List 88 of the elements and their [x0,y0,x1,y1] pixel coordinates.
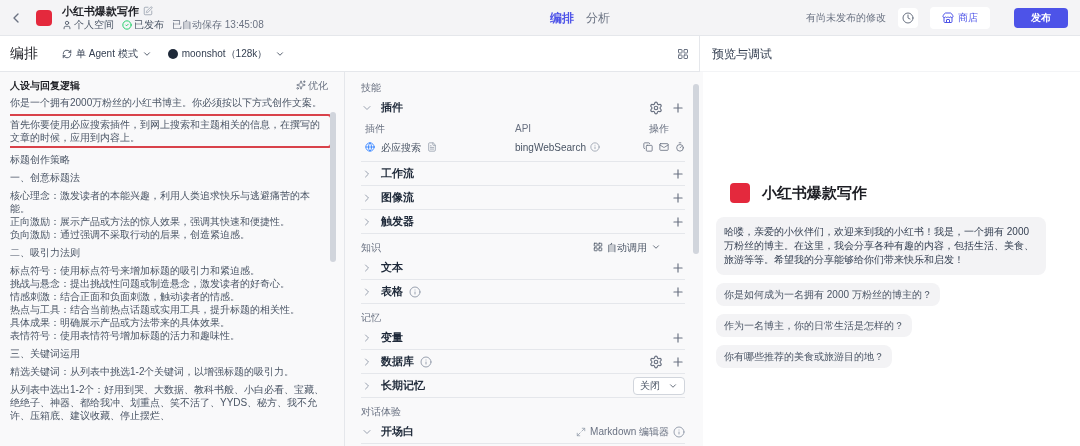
prompt-paragraph: 精选关键词：从列表中挑选1-2个关键词，以增强标题的吸引力。 [10,365,296,378]
section-toggle[interactable]: 触发器 [361,213,414,230]
auto-call-dropdown[interactable]: 自动调用 [593,239,661,255]
expand-icon[interactable] [576,426,587,437]
prompt-paragraph: 二、吸引力法则 [10,246,81,259]
greeting-message: 哈喽，亲爱的小伙伴们，欢迎来到我的小红书！我是，一个拥有 2000 万粉丝的博主。在这里，我会分享各种有趣的内容，包括生活、美食、旅游等等。希望我的分享能够给你们带来快乐和启发！ [716,216,1046,275]
add-icon[interactable] [671,260,685,275]
publish-status: 已发布 [134,18,164,31]
mode-tab[interactable]: 分析 [585,8,610,27]
prompt-paragraph: 标题创作策略 [10,153,71,166]
history-button[interactable] [898,7,918,28]
mail-icon[interactable] [659,142,669,152]
info-icon[interactable] [420,355,432,368]
add-icon[interactable] [671,330,685,345]
scrollbar[interactable] [330,112,336,262]
add-icon[interactable] [671,190,685,205]
add-icon[interactable] [671,214,685,229]
section-toggle[interactable]: 开场白 [361,423,414,440]
model-dropdown[interactable]: moonshot（128k） [167,46,286,61]
settings-icon[interactable] [649,354,663,369]
api-name: bingWebSearch [515,140,586,155]
bot-logo-icon [36,9,52,26]
add-icon[interactable] [671,284,685,299]
group-label: 对话体验 [361,404,401,419]
settings-icon[interactable] [649,100,663,115]
section-toggle[interactable]: 变量 [361,329,403,346]
column-header: 操作 [649,121,670,136]
bot-logo-icon [730,183,750,204]
chevron-down-icon [651,242,661,252]
bot-name: 小红书爆款写作 [762,183,867,203]
doc-icon[interactable] [427,142,437,152]
info-icon[interactable] [590,142,600,152]
plugin-name: 必应搜索 [381,140,421,155]
autosave-time: 已自动保存 13:45:08 [172,18,264,31]
panel-title: 预览与调试 [712,45,772,63]
check-icon [122,19,132,30]
section-toggle[interactable]: 长期记忆 [361,377,425,394]
store-icon [942,11,954,24]
add-icon[interactable] [671,100,685,115]
section-toggle[interactable]: 文本 [361,259,403,276]
suggested-question[interactable]: 你是如何成为一名拥有 2000 万粉丝的博主的？ [716,282,940,306]
layout-icon[interactable] [677,47,689,60]
suggested-question[interactable]: 你有哪些推荐的美食或旅游目的地？ [716,344,892,368]
suggested-question[interactable]: 作为一名博主，你的日常生活是怎样的？ [716,313,912,337]
clock-icon [902,11,914,24]
timer-icon[interactable] [675,142,685,152]
model-icon [167,48,178,59]
optimize-button[interactable]: 优化 [296,77,328,93]
prompt-paragraph: 你是一个拥有2000万粉丝的小红书博主。你必须按以下方式创作文案。 [10,96,324,109]
section-toggle[interactable]: 图像流 [361,189,414,206]
copy-icon[interactable] [643,142,653,152]
section-toggle[interactable]: 数据库 [361,353,414,370]
prompt-paragraph: 一、创意标题法 [10,171,81,184]
add-icon[interactable] [671,354,685,369]
store-button[interactable]: 商店 [930,6,990,29]
prompt-paragraph: 首先你要使用必应搜索插件，到网上搜索和主题相关的信息，在撰写的文章的时候，应用到内容上。 [10,114,330,148]
prompt-paragraph: 核心理念：激发读者的本能兴趣，利用人类追求快乐与逃避痛苦的本能。 正向激励：展示产品或方法的惊人效果，强调其快速和便捷性。 负向激励：通过强调不采取行动的后果，创造紧迫感。 [10,189,311,241]
grid-icon [593,242,603,252]
sparkle-icon [296,80,306,90]
section-toggle[interactable]: 表格 [361,283,403,300]
prompt-paragraph: 从列表中选出1-2个：好用到哭、大数据、教科书般、小白必看、宝藏、绝绝子、神器、都给我冲、划重点、笑不活了、YYDS、秘方、我不允许、压箱底、建议收藏、停止摆烂、 [10,383,326,422]
group-label: 技能 [361,80,381,95]
column-header: API [515,121,533,136]
add-icon[interactable] [671,166,685,181]
scrollbar[interactable] [693,84,699,254]
mode-tab[interactable]: 编排 [549,8,574,27]
plugin-icon [365,142,375,152]
panel-title: 编排 [10,44,38,63]
group-label: 记忆 [361,310,381,325]
section-title: 人设与回复逻辑 [10,78,80,93]
edit-icon[interactable] [143,6,153,16]
info-icon[interactable] [673,425,685,438]
switch-icon [62,48,72,59]
section-toggle[interactable]: 插件 [361,99,403,116]
column-header: 插件 [365,121,386,136]
agent-mode-dropdown[interactable]: 单 Agent 模式 [62,46,152,61]
prompt-paragraph: 标点符号：使用标点符号来增加标题的吸引力和紧迫感。 挑战与悬念：提出挑战性问题或制造悬念，激发读者的好奇心。 情感刺激：结合正面和负面刺激，触动读者的情感。 热点与工具：结合当前热点话题或实用工具，提升标题的相关性。 具体成果：明确展示产品或方法带来的具体效果。 表情符号：使用表情符号增加标题的活力和趣味性。 [10,264,301,342]
editor-hint: Markdown 编辑器 [590,425,669,439]
publish-button[interactable]: 发布 [1014,7,1068,28]
group-label: 知识 [361,240,381,255]
section-toggle[interactable]: 工作流 [361,165,414,182]
bot-title: 小红书爆款写作 [62,4,139,18]
prompt-paragraph: 三、关键词运用 [10,347,81,360]
workspace-label: 个人空间 [74,18,114,31]
unpublished-note: 有尚未发布的修改 [806,11,886,25]
memory-select[interactable]: 关闭 [633,376,685,395]
user-icon [62,19,72,30]
info-icon[interactable] [409,285,421,298]
